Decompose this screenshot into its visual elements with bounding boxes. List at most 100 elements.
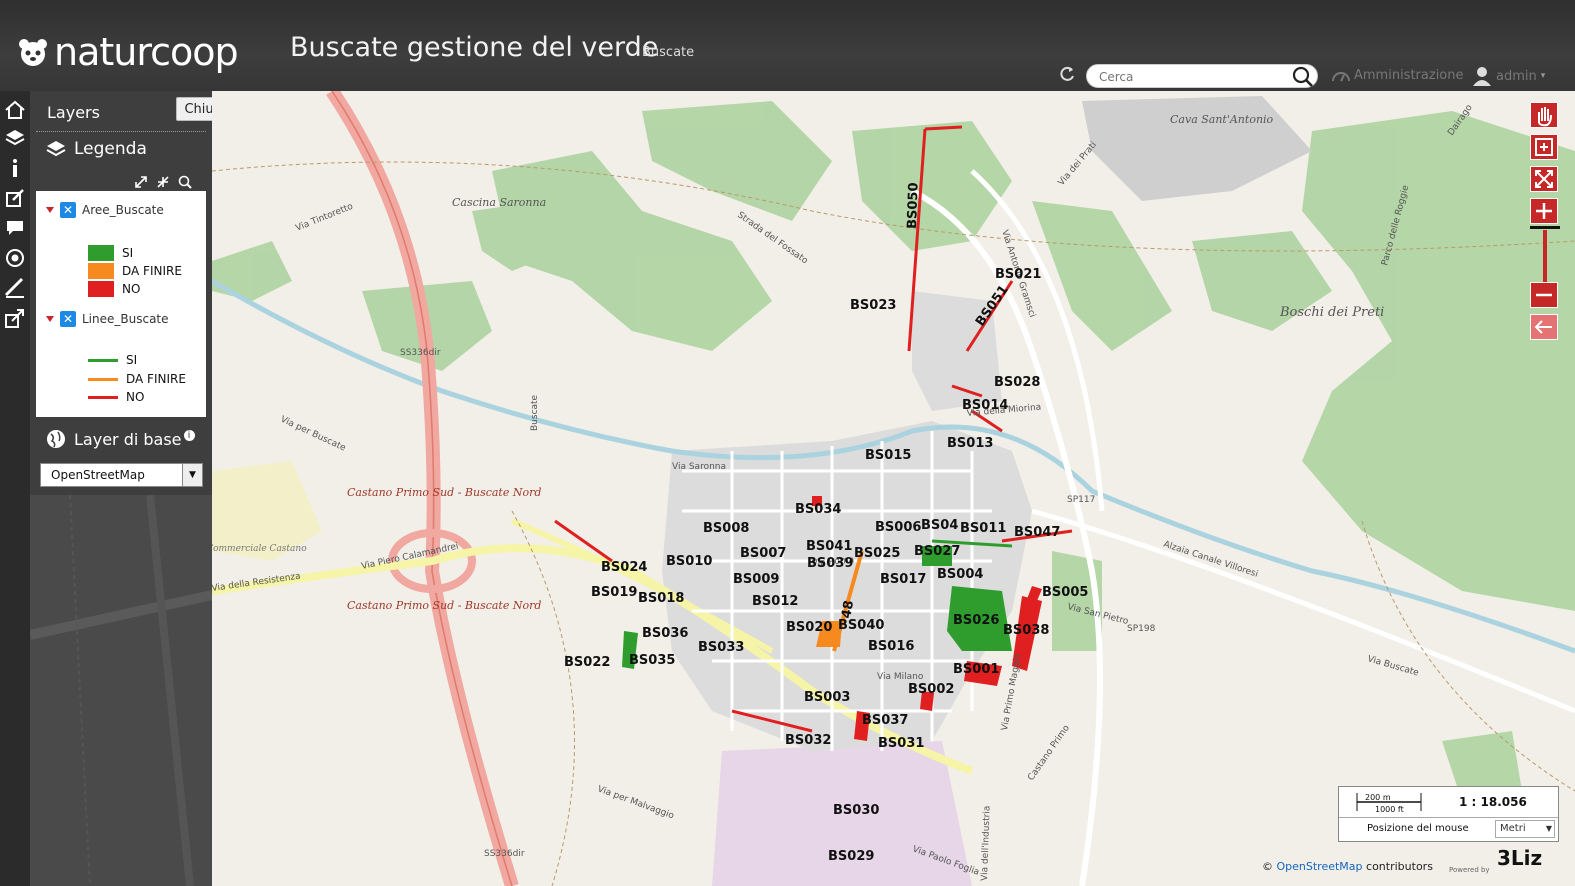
refresh-icon[interactable] bbox=[1058, 65, 1078, 85]
search-input[interactable] bbox=[1099, 67, 1289, 87]
divider bbox=[36, 131, 206, 132]
layer-group-linee[interactable]: ✕ Linee_Buscate bbox=[46, 311, 169, 327]
layer-group-name: Linee_Buscate bbox=[82, 312, 169, 326]
panel-title: Layers bbox=[47, 103, 100, 122]
measure-icon[interactable] bbox=[4, 277, 26, 299]
threeliz-logo[interactable]: 3Liz bbox=[1497, 846, 1542, 870]
scale-box: 200 m 1000 ft 1 : 18.056 Posizione del m… bbox=[1338, 786, 1559, 842]
map-canvas[interactable]: Cava Sant'Antonio Cascina Saronna Boschi… bbox=[212, 91, 1575, 886]
page-title: Buscate gestione del verde bbox=[290, 32, 659, 63]
zoom-in-button[interactable] bbox=[1530, 198, 1558, 224]
feature-label: BS041 bbox=[806, 539, 852, 554]
feature-label: BS016 bbox=[868, 639, 914, 654]
previous-view-button[interactable] bbox=[1530, 314, 1558, 340]
road-label: Via dei Prati bbox=[1057, 140, 1099, 188]
road-label: SS336dir bbox=[484, 849, 525, 859]
feature-label: BS027 bbox=[914, 544, 960, 559]
road-label: Strada del Fossato bbox=[735, 210, 809, 266]
powered-by-label: Powered by bbox=[1449, 866, 1490, 874]
scale-meters: 200 m bbox=[1365, 793, 1391, 802]
fullscreen-icon bbox=[1535, 170, 1553, 188]
plus-icon bbox=[1536, 203, 1552, 219]
road-label: Via per Malvaggio bbox=[596, 784, 676, 821]
legend-label: SI bbox=[126, 353, 138, 367]
layer-checkbox[interactable]: ✕ bbox=[60, 202, 76, 218]
search-icon[interactable] bbox=[1292, 66, 1314, 88]
layers-icon[interactable] bbox=[4, 127, 26, 149]
map-svg[interactable]: Cava Sant'Antonio Cascina Saronna Boschi… bbox=[212, 91, 1575, 886]
feature-label: BS026 bbox=[953, 613, 999, 628]
layers-panel: Layers Chiudi Legenda ✕ Aree_Buscate SI … bbox=[30, 91, 234, 886]
feature-label: BS008 bbox=[703, 521, 749, 536]
chevron-down-icon: ▾ bbox=[1540, 71, 1546, 81]
base-layer-header: Layer di base i bbox=[46, 429, 195, 449]
caret-down-icon[interactable] bbox=[46, 207, 54, 213]
feature-label: BS050 bbox=[905, 182, 922, 229]
home-icon[interactable] bbox=[4, 99, 26, 121]
pan-hand-button[interactable] bbox=[1530, 102, 1558, 128]
feature-label: BS012 bbox=[752, 594, 798, 609]
zoom-out-button[interactable] bbox=[1530, 282, 1558, 308]
feature-label: BS011 bbox=[960, 521, 1006, 536]
place-label: Boschi dei Preti bbox=[1279, 305, 1384, 320]
legend-item: SI bbox=[88, 245, 133, 261]
share-icon[interactable] bbox=[4, 307, 26, 329]
feature-label: BS018 bbox=[638, 591, 684, 606]
scale-ratio: 1 : 18.056 bbox=[1459, 795, 1527, 809]
dropdown-arrow-icon[interactable]: ▼ bbox=[182, 464, 202, 486]
feature-label: BS003 bbox=[804, 690, 850, 705]
legend-label: DA FINIRE bbox=[122, 264, 182, 278]
legend-item: NO bbox=[88, 281, 140, 297]
edit-icon[interactable] bbox=[4, 187, 26, 209]
road-label: Via Saronna bbox=[672, 462, 726, 472]
layer-checkbox[interactable]: ✕ bbox=[60, 311, 76, 327]
feature-label: BS001 bbox=[953, 662, 999, 677]
legend-swatch bbox=[88, 245, 114, 261]
annotation-icon[interactable] bbox=[4, 217, 26, 239]
admin-link[interactable]: Amministrazione bbox=[1332, 68, 1464, 83]
zoom-box-button[interactable] bbox=[1530, 134, 1558, 160]
feature-label: BS007 bbox=[740, 546, 786, 561]
legend-header[interactable]: Legenda bbox=[46, 139, 147, 159]
layer-group-aree[interactable]: ✕ Aree_Buscate bbox=[46, 202, 164, 218]
user-menu[interactable]: admin ▾ bbox=[1472, 66, 1545, 86]
scale-bar: 200 m 1000 ft bbox=[1356, 793, 1422, 814]
legend-item: SI bbox=[88, 353, 137, 367]
road-label: Via Milano bbox=[877, 672, 924, 682]
legend-label: NO bbox=[122, 282, 141, 296]
feature-label: BS020 bbox=[786, 620, 832, 635]
zoom-slider-handle[interactable] bbox=[1530, 226, 1560, 229]
place-label: Cava Sant'Antonio bbox=[1170, 113, 1274, 126]
user-label: admin bbox=[1496, 68, 1537, 84]
legend-tree: ✕ Aree_Buscate SI DA FINIRE NO ✕ Linee_B… bbox=[36, 191, 206, 417]
map-attribution: © OpenStreetMap contributors bbox=[1262, 860, 1433, 873]
scale-feet: 1000 ft bbox=[1375, 805, 1404, 814]
zoom-extent-button[interactable] bbox=[1530, 166, 1558, 192]
road-label: Alzaia Canale Villoresi bbox=[1162, 540, 1259, 580]
base-layer-select[interactable]: OpenStreetMap ▼ bbox=[40, 463, 203, 487]
user-icon bbox=[1473, 67, 1491, 86]
feature-label: BS013 bbox=[947, 436, 993, 451]
place-label: Cascina Saronna bbox=[452, 196, 546, 209]
place-label: Castano Primo Sud - Buscate Nord bbox=[347, 486, 541, 499]
chevron-down-icon: ▼ bbox=[1545, 824, 1552, 833]
locate-icon[interactable] bbox=[4, 247, 26, 269]
legend-line-swatch bbox=[88, 377, 118, 381]
units-select[interactable]: Metri ▼ bbox=[1495, 820, 1555, 838]
feature-label: BS024 bbox=[601, 560, 647, 575]
map-menu bbox=[0, 91, 30, 886]
osm-link[interactable]: OpenStreetMap bbox=[1277, 860, 1363, 873]
info-icon[interactable]: i bbox=[183, 429, 195, 441]
naturcoop-logo[interactable]: naturcoop bbox=[18, 30, 239, 74]
caret-down-icon[interactable] bbox=[46, 316, 54, 322]
legend-line-swatch bbox=[88, 395, 118, 399]
zoom-slider-track[interactable] bbox=[1543, 230, 1547, 282]
info-icon[interactable] bbox=[4, 157, 26, 179]
feature-label: 48 bbox=[839, 599, 857, 619]
legend-item: NO bbox=[88, 390, 144, 404]
units-value: Metri bbox=[1500, 823, 1526, 834]
base-layer-title: Layer di base bbox=[74, 429, 182, 449]
feature-label: BS009 bbox=[733, 572, 779, 587]
legend-label: SI bbox=[122, 246, 134, 260]
feature-label: BS033 bbox=[698, 640, 744, 655]
